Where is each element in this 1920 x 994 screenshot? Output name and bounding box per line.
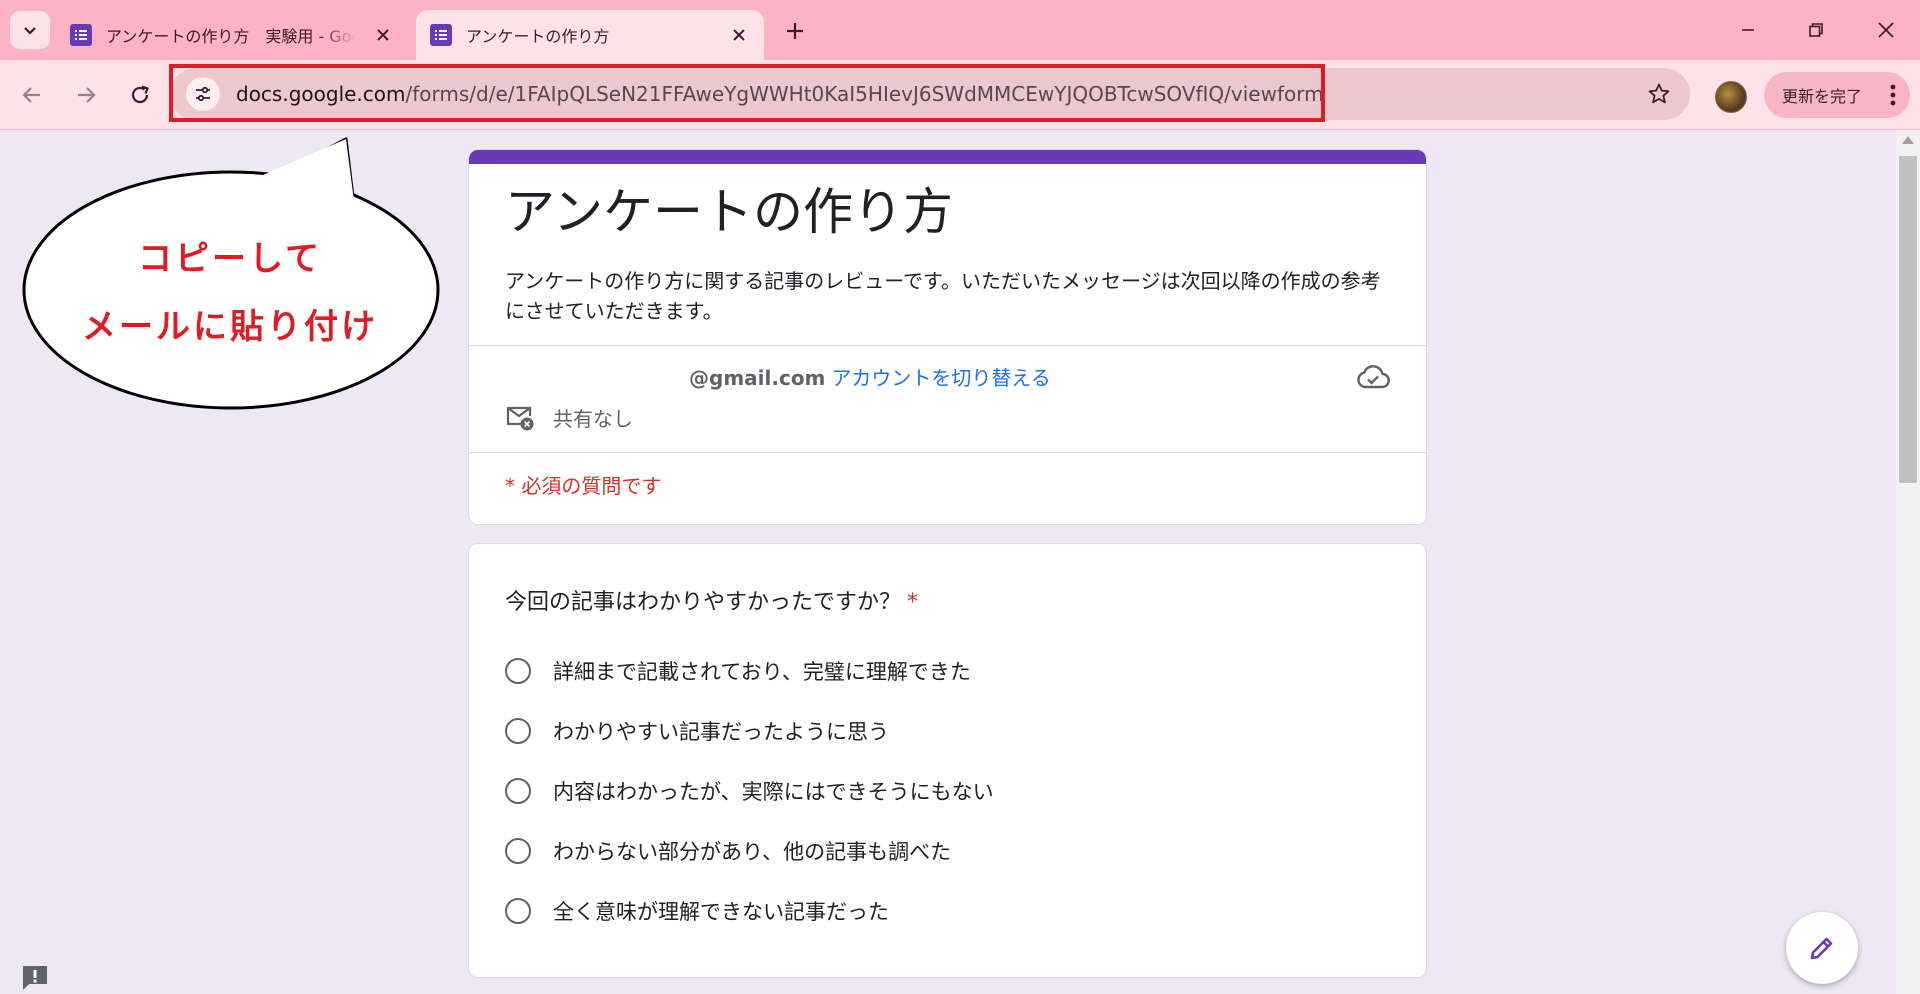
question-card: 今回の記事はわかりやすかったですか？ * 詳細まで記載されており、完璧に理解できた… bbox=[468, 543, 1427, 978]
radio-button[interactable] bbox=[505, 718, 531, 744]
edit-form-button[interactable] bbox=[1786, 912, 1858, 984]
update-button[interactable]: 更新を完了 bbox=[1764, 72, 1910, 118]
required-asterisk: * bbox=[907, 590, 919, 615]
radio-option[interactable]: わかりやすい記事だったように思う bbox=[505, 716, 889, 746]
reload-button[interactable] bbox=[122, 77, 158, 113]
minimize-button[interactable] bbox=[1724, 12, 1772, 48]
scrollbar-thumb[interactable] bbox=[1899, 156, 1917, 483]
cloud-done-icon[interactable] bbox=[1356, 364, 1390, 390]
reload-icon bbox=[131, 85, 149, 104]
tab-title: アンケートの作り方 bbox=[466, 27, 610, 46]
tab-title: アンケートの作り方 実験用 - Google フォーム bbox=[106, 27, 356, 46]
forms-favicon bbox=[70, 24, 92, 46]
url-highlight-box bbox=[169, 64, 1325, 122]
edit-pencil-icon bbox=[1810, 937, 1833, 960]
callout-text: コピーして メールに貼り付け bbox=[20, 225, 440, 361]
divider bbox=[469, 452, 1426, 453]
close-icon[interactable] bbox=[372, 24, 394, 46]
radio-button[interactable] bbox=[505, 838, 531, 864]
form-accent-bar bbox=[469, 150, 1426, 164]
divider bbox=[469, 345, 1426, 346]
radio-option[interactable]: わからない部分があり、他の記事も調べた bbox=[505, 836, 951, 866]
callout-line-2: メールに貼り付け bbox=[82, 307, 378, 347]
form-header-card: アンケートの作り方 アンケートの作り方に関する記事のレビューです。いただいたメッ… bbox=[468, 149, 1427, 525]
profile-avatar[interactable] bbox=[1715, 81, 1747, 113]
radio-button[interactable] bbox=[505, 658, 531, 684]
option-label: わからない部分があり、他の記事も調べた bbox=[553, 840, 952, 864]
form-title: アンケートの作り方 bbox=[505, 183, 953, 241]
back-button[interactable] bbox=[14, 77, 50, 113]
forms-favicon bbox=[430, 24, 452, 46]
plus-icon bbox=[787, 23, 803, 39]
switch-account-link[interactable]: アカウントを切り替える bbox=[831, 366, 1050, 390]
option-label: わかりやすい記事だったように思う bbox=[553, 720, 889, 744]
not-shared-label: 共有なし bbox=[553, 407, 633, 431]
account-line: @gmail.com アカウントを切り替える bbox=[689, 362, 1051, 391]
update-button-label: 更新を完了 bbox=[1782, 87, 1863, 106]
radio-button[interactable] bbox=[505, 898, 531, 924]
restore-button[interactable] bbox=[1792, 12, 1840, 48]
form-description: アンケートの作り方に関する記事のレビューです。いただいたメッセージは次回以降の作… bbox=[505, 269, 1381, 323]
option-label: 詳細まで記載されており、完璧に理解できた bbox=[553, 660, 971, 684]
new-tab-button[interactable] bbox=[780, 16, 810, 46]
chevron-down-icon bbox=[24, 27, 36, 35]
question-text: 今回の記事はわかりやすかったですか？ bbox=[505, 590, 902, 615]
bookmark-star-button[interactable] bbox=[1646, 81, 1672, 107]
forward-arrow-icon bbox=[78, 87, 96, 103]
tab-survey-active[interactable]: アンケートの作り方 bbox=[416, 10, 764, 60]
close-icon[interactable] bbox=[728, 24, 750, 46]
minimize-icon bbox=[1742, 29, 1754, 31]
radio-option[interactable]: 詳細まで記載されており、完璧に理解できた bbox=[505, 656, 971, 686]
callout-line-1: コピーして bbox=[138, 239, 322, 279]
account-email: @gmail.com bbox=[689, 366, 826, 390]
scroll-up-arrow[interactable] bbox=[1902, 136, 1914, 144]
restore-icon bbox=[1809, 23, 1823, 37]
tab-strip: アンケートの作り方 実験用 - Google フォーム アンケートの作り方 bbox=[0, 0, 1920, 60]
feedback-icon[interactable] bbox=[20, 964, 50, 992]
option-label: 全く意味が理解できない記事だった bbox=[553, 900, 889, 924]
radio-option[interactable]: 内容はわかったが、実際にはできそうにもない bbox=[505, 776, 994, 806]
back-arrow-icon bbox=[22, 87, 40, 103]
more-vert-icon bbox=[1890, 84, 1896, 106]
question-title: 今回の記事はわかりやすかったですか？ * bbox=[505, 584, 918, 616]
option-label: 内容はわかったが、実際にはできそうにもない bbox=[553, 780, 994, 804]
required-note: * 必須の質問です bbox=[505, 474, 662, 498]
window-close-button[interactable] bbox=[1862, 12, 1910, 48]
radio-button[interactable] bbox=[505, 778, 531, 804]
tab-forms-experiment[interactable]: アンケートの作り方 実験用 - Google フォーム bbox=[56, 10, 408, 60]
tab-search-button[interactable] bbox=[10, 11, 50, 49]
radio-option[interactable]: 全く意味が理解できない記事だった bbox=[505, 896, 889, 926]
mail-off-icon bbox=[506, 406, 534, 431]
bookmark-star-icon bbox=[1648, 83, 1670, 104]
forward-button[interactable] bbox=[68, 77, 104, 113]
window-close-icon bbox=[1878, 22, 1894, 38]
